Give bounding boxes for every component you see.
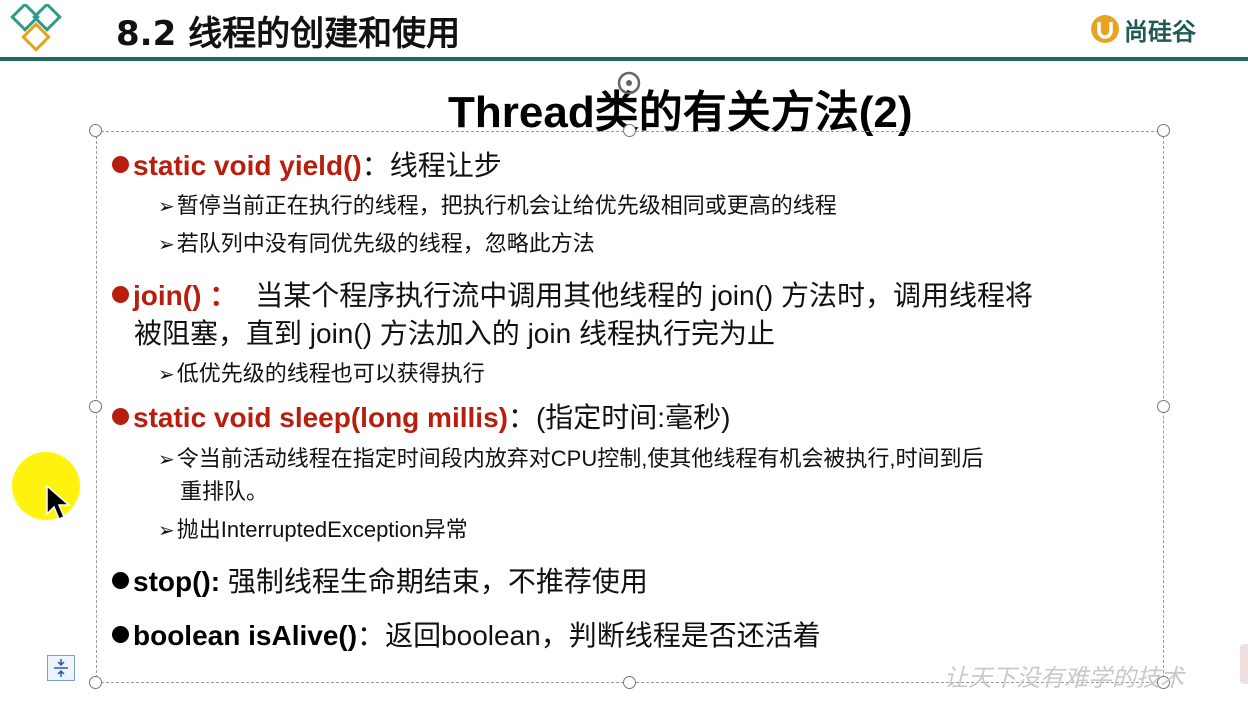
arrow-bullet-icon: ➢ xyxy=(158,449,175,471)
corner-tab xyxy=(1240,644,1248,684)
bullet-icon xyxy=(112,156,129,174)
sub-text: 低优先级的线程也可以获得执行 xyxy=(176,361,485,386)
method-signature: boolean isAlive() xyxy=(133,620,358,651)
method-desc-continued: 被阻塞，直到 join() 方法加入的 join 线程执行完为止 xyxy=(134,312,775,352)
bullet-icon xyxy=(112,286,129,304)
method-signature: join() xyxy=(133,280,202,311)
sub-text: 重排队。 xyxy=(180,479,269,504)
method-sleep: static void sleep(long millis)：(指定时间:毫秒) xyxy=(112,396,730,436)
brand-u-icon xyxy=(1091,15,1119,43)
arrow-bullet-icon: ➢ xyxy=(158,364,175,386)
sub-text: 抛出InterruptedException异常 xyxy=(176,517,468,542)
resize-handle-mid-left[interactable] xyxy=(89,400,102,413)
arrow-bullet-icon: ➢ xyxy=(158,196,175,218)
sub-text: 令当前活动线程在指定时间段内放弃对CPU控制,使其他线程有机会被执行,时间到后 xyxy=(176,446,984,471)
method-desc: (指定时间:毫秒) xyxy=(535,402,731,433)
resize-handle-mid-right[interactable] xyxy=(1157,400,1170,413)
method-join: join() ： 当某个程序执行流中调用其他线程的 join() 方法时，调用线程… xyxy=(112,274,1033,314)
method-yield: static void yield()：线程让步 xyxy=(112,144,502,184)
separator: ： xyxy=(357,620,386,651)
separator: : xyxy=(210,566,221,597)
brand-logo: 尚硅谷 xyxy=(1090,12,1196,46)
sub-point: ➢令当前活动线程在指定时间段内放弃对CPU控制,使其他线程有机会被执行,时间到后 xyxy=(158,441,983,473)
method-desc: 当某个程序执行流中调用其他线程的 join() 方法时，调用线程将 xyxy=(255,280,1033,311)
slide-header: 8.2 线程的创建和使用 尚硅谷 xyxy=(0,0,1248,61)
separator: ： xyxy=(201,280,238,311)
method-signature: static void sleep(long millis) xyxy=(133,402,508,433)
sub-point: ➢低优先级的线程也可以获得执行 xyxy=(158,356,485,388)
header-divider xyxy=(0,57,1248,61)
rotate-handle-icon[interactable] xyxy=(616,70,642,96)
sub-text: 若队列中没有同优先级的线程，忽略此方法 xyxy=(176,231,595,256)
bullet-icon xyxy=(112,408,129,426)
method-desc: 线程让步 xyxy=(389,150,502,181)
mouse-pointer-icon xyxy=(46,484,71,520)
separator: ： xyxy=(507,402,536,433)
diamond-logo-icon xyxy=(10,4,62,52)
resize-handle-bottom-left[interactable] xyxy=(89,676,102,689)
bullet-icon xyxy=(112,626,129,644)
method-stop: stop(): 强制线程生命期结束，不推荐使用 xyxy=(112,560,648,600)
resize-handle-top-right[interactable] xyxy=(1157,124,1170,137)
method-signature: stop() xyxy=(133,566,211,597)
resize-handle-top-left[interactable] xyxy=(89,124,102,137)
separator: ： xyxy=(361,150,390,181)
bullet-icon xyxy=(112,572,129,590)
arrow-bullet-icon: ➢ xyxy=(158,234,175,256)
resize-handle-bottom-mid[interactable] xyxy=(623,676,636,689)
watermark: 让天下没有难学的技术 xyxy=(944,664,1184,692)
method-desc-line2: 被阻塞，直到 join() 方法加入的 join 线程执行完为止 xyxy=(134,318,775,349)
sub-point: ➢抛出InterruptedException异常 xyxy=(158,512,468,544)
notes-icon[interactable] xyxy=(47,655,75,681)
method-desc: 强制线程生命期结束，不推荐使用 xyxy=(220,566,648,597)
method-signature: static void yield() xyxy=(133,150,362,181)
method-isalive: boolean isAlive()：返回boolean，判断线程是否还活着 xyxy=(112,614,821,654)
method-desc: 返回boolean，判断线程是否还活着 xyxy=(385,620,821,651)
sub-point: ➢若队列中没有同优先级的线程，忽略此方法 xyxy=(158,226,595,258)
sub-point: ➢暂停当前正在执行的线程，把执行机会让给优先级相同或更高的线程 xyxy=(158,188,837,220)
resize-handle-top-mid[interactable] xyxy=(623,124,636,137)
brand-name: 尚硅谷 xyxy=(1124,17,1196,46)
sub-text: 暂停当前正在执行的线程，把执行机会让给优先级相同或更高的线程 xyxy=(176,193,837,218)
arrow-bullet-icon: ➢ xyxy=(158,520,175,542)
sub-point-continued: 重排队。 xyxy=(180,474,268,506)
section-title: 8.2 线程的创建和使用 xyxy=(116,14,461,54)
